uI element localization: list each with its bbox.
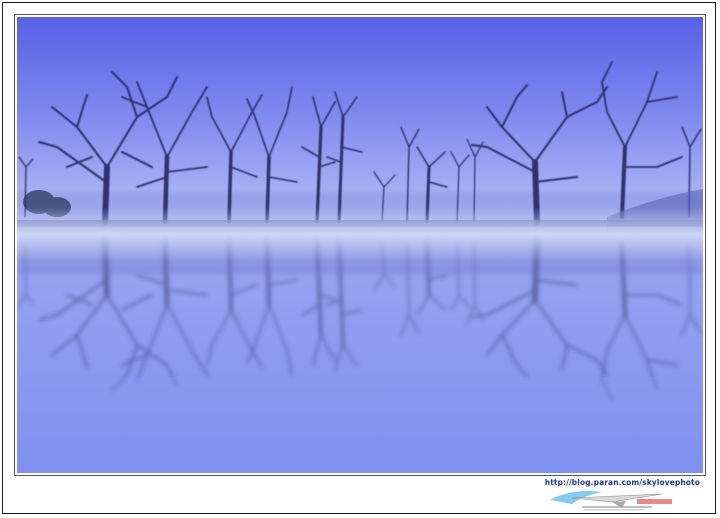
- watermark: http://blog.paran.com/skylovephoto: [542, 478, 702, 512]
- landscape-photo: [15, 15, 705, 475]
- paper-plane-logo-icon: [550, 491, 672, 511]
